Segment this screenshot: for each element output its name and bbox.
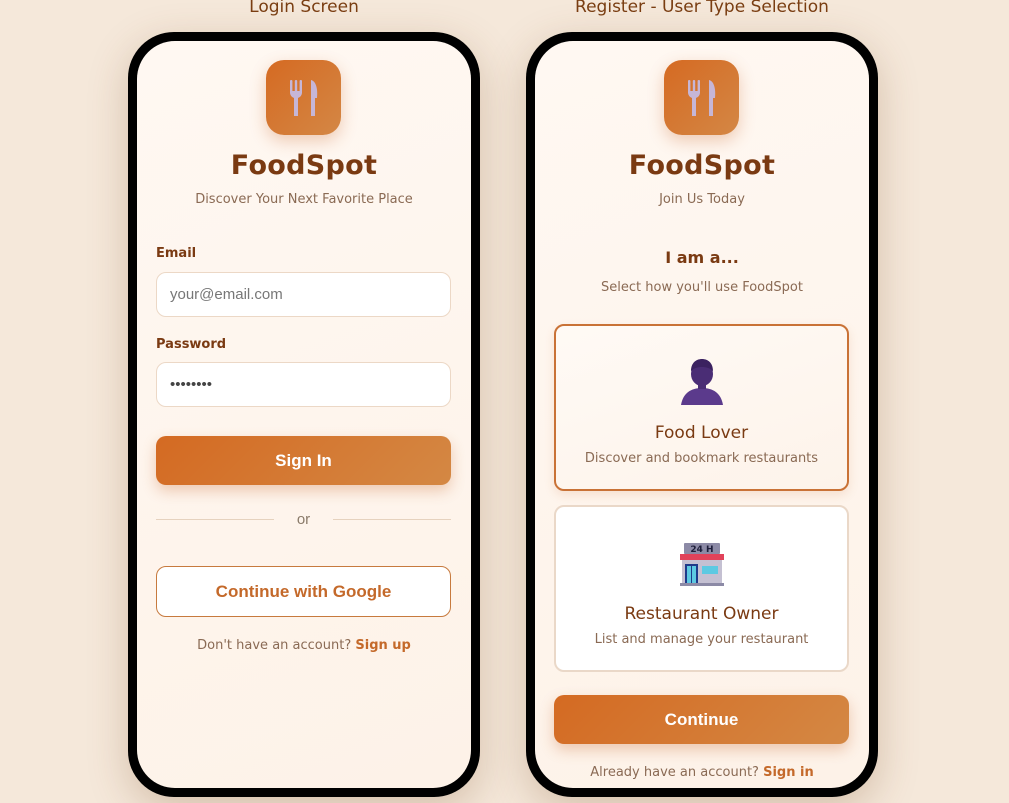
- register-screen: FoodSpot Join Us Today I am a... Select …: [535, 41, 869, 788]
- signup-prompt-text: Don't have an account?: [197, 638, 352, 653]
- app-name: FoodSpot: [230, 150, 378, 181]
- or-divider: or: [156, 510, 451, 528]
- fork-knife-icon: [266, 60, 341, 135]
- fork-knife-icon: [664, 60, 739, 135]
- food-lover-option[interactable]: Food Lover Discover and bookmark restaur…: [554, 324, 849, 491]
- food-lover-description: Discover and bookmark restaurants: [584, 451, 819, 466]
- login-tagline: Discover Your Next Favorite Place: [195, 192, 413, 207]
- login-screen-caption: Login Screen: [249, 0, 359, 17]
- user-type-subheading: Select how you'll use FoodSpot: [601, 280, 803, 295]
- register-phone-frame: FoodSpot Join Us Today I am a... Select …: [526, 32, 878, 797]
- food-lover-title: Food Lover: [654, 423, 749, 443]
- user-type-heading: I am a...: [665, 248, 739, 267]
- login-screen: FoodSpot Discover Your Next Favorite Pla…: [137, 41, 471, 788]
- divider-line-left: [156, 518, 274, 520]
- store-24h-icon: 24 H: [556, 540, 847, 588]
- sign-in-link[interactable]: Sign in: [763, 765, 814, 780]
- divider-text: or: [296, 510, 311, 528]
- signin-prompt-text: Already have an account?: [590, 765, 759, 780]
- password-field[interactable]: [156, 362, 451, 407]
- signup-prompt: Don't have an account? Sign up: [137, 638, 471, 653]
- register-tagline: Join Us Today: [659, 192, 745, 207]
- email-label: Email: [156, 246, 197, 261]
- email-field[interactable]: [156, 272, 451, 317]
- sign-up-link[interactable]: Sign up: [355, 638, 410, 653]
- login-phone-frame: FoodSpot Discover Your Next Favorite Pla…: [128, 32, 480, 797]
- password-label: Password: [156, 337, 227, 352]
- person-icon: [556, 359, 847, 407]
- restaurant-owner-option[interactable]: 24 H Restaurant Owner List and manage yo…: [554, 505, 849, 672]
- continue-button[interactable]: Continue: [554, 695, 849, 744]
- signin-prompt: Already have an account? Sign in: [535, 765, 869, 780]
- store-sign-text: 24 H: [690, 545, 713, 555]
- divider-line-right: [333, 518, 451, 520]
- restaurant-owner-title: Restaurant Owner: [624, 604, 779, 624]
- app-name: FoodSpot: [628, 150, 776, 181]
- register-screen-caption: Register - User Type Selection: [575, 0, 829, 17]
- restaurant-owner-description: List and manage your restaurant: [594, 632, 809, 647]
- google-sign-in-button[interactable]: Continue with Google: [156, 566, 451, 617]
- sign-in-button[interactable]: Sign In: [156, 436, 451, 485]
